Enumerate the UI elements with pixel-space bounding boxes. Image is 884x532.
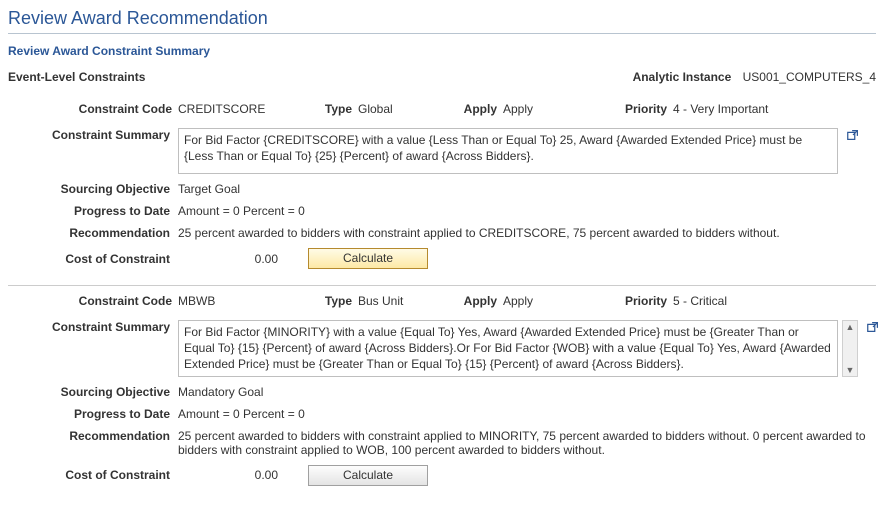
sourcing-objective-label: Sourcing Objective xyxy=(8,182,178,196)
priority-label: Priority xyxy=(613,294,673,308)
apply-value: Apply xyxy=(503,102,613,116)
sourcing-objective-label: Sourcing Objective xyxy=(8,385,178,399)
priority-label: Priority xyxy=(613,102,673,116)
constraint-summary-text[interactable]: For Bid Factor {CREDITSCORE} with a valu… xyxy=(178,128,838,174)
analytic-instance-value: US001_COMPUTERS_4 xyxy=(743,70,876,84)
event-level-constraints-label: Event-Level Constraints xyxy=(8,70,145,84)
type-value: Bus Unit xyxy=(358,294,458,308)
scroll-up-icon[interactable]: ▲ xyxy=(843,321,857,333)
progress-to-date-value: Amount = 0 Percent = 0 xyxy=(178,204,876,218)
calculate-button[interactable]: Calculate xyxy=(308,465,428,486)
popout-icon[interactable] xyxy=(846,128,860,145)
type-label: Type xyxy=(318,294,358,308)
type-label: Type xyxy=(318,102,358,116)
cost-of-constraint-value: 0.00 xyxy=(178,252,308,266)
apply-label: Apply xyxy=(458,102,503,116)
cost-of-constraint-value: 0.00 xyxy=(178,468,308,482)
apply-label: Apply xyxy=(458,294,503,308)
constraint-summary-label: Constraint Summary xyxy=(8,128,178,142)
calculate-button[interactable]: Calculate xyxy=(308,248,428,269)
progress-to-date-label: Progress to Date xyxy=(8,407,178,421)
recommendation-value: 25 percent awarded to bidders with const… xyxy=(178,429,876,457)
recommendation-label: Recommendation xyxy=(8,429,178,443)
analytic-instance: Analytic Instance US001_COMPUTERS_4 xyxy=(633,70,876,84)
priority-value: 4 - Very Important xyxy=(673,102,768,116)
progress-to-date-value: Amount = 0 Percent = 0 xyxy=(178,407,876,421)
constraint-code-label: Constraint Code xyxy=(8,294,178,308)
popout-icon[interactable] xyxy=(866,320,880,337)
priority-value: 5 - Critical xyxy=(673,294,727,308)
type-value: Global xyxy=(358,102,458,116)
scroll-down-icon[interactable]: ▼ xyxy=(843,364,857,376)
constraint-block: Constraint Code MBWB Type Bus Unit Apply… xyxy=(8,286,876,502)
constraint-summary-label: Constraint Summary xyxy=(8,320,178,334)
constraint-summary-text[interactable]: For Bid Factor {MINORITY} with a value {… xyxy=(178,320,838,377)
constraint-code-value: MBWB xyxy=(178,294,318,308)
recommendation-value: 25 percent awarded to bidders with const… xyxy=(178,226,876,240)
constraint-block: Constraint Code CREDITSCORE Type Global … xyxy=(8,94,876,286)
cost-of-constraint-label: Cost of Constraint xyxy=(8,468,178,482)
page-title: Review Award Recommendation xyxy=(8,6,876,34)
recommendation-label: Recommendation xyxy=(8,226,178,240)
constraint-code-label: Constraint Code xyxy=(8,102,178,116)
section-title: Review Award Constraint Summary xyxy=(8,34,876,66)
scrollbar[interactable]: ▲ ▼ xyxy=(842,320,858,377)
constraint-code-value: CREDITSCORE xyxy=(178,102,318,116)
apply-value: Apply xyxy=(503,294,613,308)
progress-to-date-label: Progress to Date xyxy=(8,204,178,218)
sourcing-objective-value: Target Goal xyxy=(178,182,876,196)
sourcing-objective-value: Mandatory Goal xyxy=(178,385,876,399)
analytic-instance-label: Analytic Instance xyxy=(633,70,732,84)
cost-of-constraint-label: Cost of Constraint xyxy=(8,252,178,266)
